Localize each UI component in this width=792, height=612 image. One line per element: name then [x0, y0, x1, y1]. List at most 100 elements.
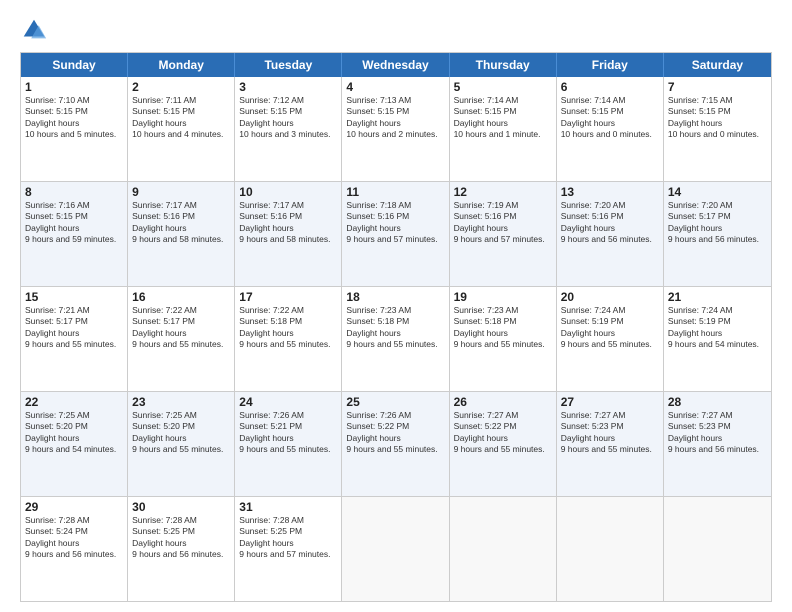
header	[20, 16, 772, 44]
cell-info: Sunrise: 7:20 AM Sunset: 5:17 PM Dayligh…	[668, 200, 767, 246]
cell-info: Sunrise: 7:20 AM Sunset: 5:16 PM Dayligh…	[561, 200, 659, 246]
day-number: 2	[132, 80, 230, 94]
cell-info: Sunrise: 7:28 AM Sunset: 5:25 PM Dayligh…	[132, 515, 230, 561]
day-number: 16	[132, 290, 230, 304]
day-number: 1	[25, 80, 123, 94]
day-number: 9	[132, 185, 230, 199]
cal-header-day: Sunday	[21, 53, 128, 77]
cal-cell	[557, 497, 664, 601]
cal-cell: 31 Sunrise: 7:28 AM Sunset: 5:25 PM Dayl…	[235, 497, 342, 601]
cal-cell: 27 Sunrise: 7:27 AM Sunset: 5:23 PM Dayl…	[557, 392, 664, 496]
cal-header-day: Friday	[557, 53, 664, 77]
cal-cell: 14 Sunrise: 7:20 AM Sunset: 5:17 PM Dayl…	[664, 182, 771, 286]
cal-cell: 18 Sunrise: 7:23 AM Sunset: 5:18 PM Dayl…	[342, 287, 449, 391]
cell-info: Sunrise: 7:23 AM Sunset: 5:18 PM Dayligh…	[454, 305, 552, 351]
cell-info: Sunrise: 7:14 AM Sunset: 5:15 PM Dayligh…	[561, 95, 659, 141]
cell-info: Sunrise: 7:17 AM Sunset: 5:16 PM Dayligh…	[132, 200, 230, 246]
day-number: 20	[561, 290, 659, 304]
day-number: 23	[132, 395, 230, 409]
day-number: 27	[561, 395, 659, 409]
cal-row: 1 Sunrise: 7:10 AM Sunset: 5:15 PM Dayli…	[21, 77, 771, 181]
cal-cell: 16 Sunrise: 7:22 AM Sunset: 5:17 PM Dayl…	[128, 287, 235, 391]
cell-info: Sunrise: 7:28 AM Sunset: 5:25 PM Dayligh…	[239, 515, 337, 561]
day-number: 22	[25, 395, 123, 409]
cal-row: 22 Sunrise: 7:25 AM Sunset: 5:20 PM Dayl…	[21, 391, 771, 496]
day-number: 8	[25, 185, 123, 199]
day-number: 31	[239, 500, 337, 514]
cal-cell: 20 Sunrise: 7:24 AM Sunset: 5:19 PM Dayl…	[557, 287, 664, 391]
cell-info: Sunrise: 7:21 AM Sunset: 5:17 PM Dayligh…	[25, 305, 123, 351]
cal-cell: 3 Sunrise: 7:12 AM Sunset: 5:15 PM Dayli…	[235, 77, 342, 181]
cal-cell: 21 Sunrise: 7:24 AM Sunset: 5:19 PM Dayl…	[664, 287, 771, 391]
day-number: 15	[25, 290, 123, 304]
cal-header-day: Monday	[128, 53, 235, 77]
calendar: SundayMondayTuesdayWednesdayThursdayFrid…	[20, 52, 772, 602]
cal-cell: 2 Sunrise: 7:11 AM Sunset: 5:15 PM Dayli…	[128, 77, 235, 181]
cell-info: Sunrise: 7:14 AM Sunset: 5:15 PM Dayligh…	[454, 95, 552, 141]
cal-cell: 24 Sunrise: 7:26 AM Sunset: 5:21 PM Dayl…	[235, 392, 342, 496]
cell-info: Sunrise: 7:10 AM Sunset: 5:15 PM Dayligh…	[25, 95, 123, 141]
cell-info: Sunrise: 7:19 AM Sunset: 5:16 PM Dayligh…	[454, 200, 552, 246]
cal-cell: 22 Sunrise: 7:25 AM Sunset: 5:20 PM Dayl…	[21, 392, 128, 496]
day-number: 30	[132, 500, 230, 514]
day-number: 11	[346, 185, 444, 199]
day-number: 12	[454, 185, 552, 199]
cal-cell: 10 Sunrise: 7:17 AM Sunset: 5:16 PM Dayl…	[235, 182, 342, 286]
cal-cell	[342, 497, 449, 601]
cal-cell	[664, 497, 771, 601]
day-number: 3	[239, 80, 337, 94]
cell-info: Sunrise: 7:25 AM Sunset: 5:20 PM Dayligh…	[25, 410, 123, 456]
day-number: 14	[668, 185, 767, 199]
day-number: 4	[346, 80, 444, 94]
cell-info: Sunrise: 7:11 AM Sunset: 5:15 PM Dayligh…	[132, 95, 230, 141]
cal-cell: 26 Sunrise: 7:27 AM Sunset: 5:22 PM Dayl…	[450, 392, 557, 496]
day-number: 25	[346, 395, 444, 409]
cell-info: Sunrise: 7:16 AM Sunset: 5:15 PM Dayligh…	[25, 200, 123, 246]
cal-row: 8 Sunrise: 7:16 AM Sunset: 5:15 PM Dayli…	[21, 181, 771, 286]
cal-cell: 12 Sunrise: 7:19 AM Sunset: 5:16 PM Dayl…	[450, 182, 557, 286]
cal-cell: 11 Sunrise: 7:18 AM Sunset: 5:16 PM Dayl…	[342, 182, 449, 286]
cell-info: Sunrise: 7:17 AM Sunset: 5:16 PM Dayligh…	[239, 200, 337, 246]
day-number: 29	[25, 500, 123, 514]
cal-header-day: Saturday	[664, 53, 771, 77]
cell-info: Sunrise: 7:27 AM Sunset: 5:23 PM Dayligh…	[668, 410, 767, 456]
day-number: 24	[239, 395, 337, 409]
cal-cell: 23 Sunrise: 7:25 AM Sunset: 5:20 PM Dayl…	[128, 392, 235, 496]
cal-cell: 7 Sunrise: 7:15 AM Sunset: 5:15 PM Dayli…	[664, 77, 771, 181]
cal-cell: 4 Sunrise: 7:13 AM Sunset: 5:15 PM Dayli…	[342, 77, 449, 181]
cal-cell: 19 Sunrise: 7:23 AM Sunset: 5:18 PM Dayl…	[450, 287, 557, 391]
day-number: 7	[668, 80, 767, 94]
cal-cell: 9 Sunrise: 7:17 AM Sunset: 5:16 PM Dayli…	[128, 182, 235, 286]
cal-cell: 1 Sunrise: 7:10 AM Sunset: 5:15 PM Dayli…	[21, 77, 128, 181]
cal-row: 29 Sunrise: 7:28 AM Sunset: 5:24 PM Dayl…	[21, 496, 771, 601]
cell-info: Sunrise: 7:24 AM Sunset: 5:19 PM Dayligh…	[561, 305, 659, 351]
calendar-body: 1 Sunrise: 7:10 AM Sunset: 5:15 PM Dayli…	[21, 77, 771, 601]
cell-info: Sunrise: 7:24 AM Sunset: 5:19 PM Dayligh…	[668, 305, 767, 351]
cal-header-day: Thursday	[450, 53, 557, 77]
day-number: 21	[668, 290, 767, 304]
calendar-header: SundayMondayTuesdayWednesdayThursdayFrid…	[21, 53, 771, 77]
page: SundayMondayTuesdayWednesdayThursdayFrid…	[0, 0, 792, 612]
logo	[20, 16, 52, 44]
cal-cell: 28 Sunrise: 7:27 AM Sunset: 5:23 PM Dayl…	[664, 392, 771, 496]
cell-info: Sunrise: 7:13 AM Sunset: 5:15 PM Dayligh…	[346, 95, 444, 141]
cal-row: 15 Sunrise: 7:21 AM Sunset: 5:17 PM Dayl…	[21, 286, 771, 391]
day-number: 13	[561, 185, 659, 199]
cell-info: Sunrise: 7:12 AM Sunset: 5:15 PM Dayligh…	[239, 95, 337, 141]
cell-info: Sunrise: 7:27 AM Sunset: 5:23 PM Dayligh…	[561, 410, 659, 456]
cal-cell: 6 Sunrise: 7:14 AM Sunset: 5:15 PM Dayli…	[557, 77, 664, 181]
day-number: 26	[454, 395, 552, 409]
cal-cell	[450, 497, 557, 601]
cell-info: Sunrise: 7:26 AM Sunset: 5:21 PM Dayligh…	[239, 410, 337, 456]
cal-header-day: Wednesday	[342, 53, 449, 77]
cal-cell: 8 Sunrise: 7:16 AM Sunset: 5:15 PM Dayli…	[21, 182, 128, 286]
cal-cell: 15 Sunrise: 7:21 AM Sunset: 5:17 PM Dayl…	[21, 287, 128, 391]
cell-info: Sunrise: 7:25 AM Sunset: 5:20 PM Dayligh…	[132, 410, 230, 456]
cal-header-day: Tuesday	[235, 53, 342, 77]
cell-info: Sunrise: 7:18 AM Sunset: 5:16 PM Dayligh…	[346, 200, 444, 246]
cal-cell: 29 Sunrise: 7:28 AM Sunset: 5:24 PM Dayl…	[21, 497, 128, 601]
day-number: 17	[239, 290, 337, 304]
logo-icon	[20, 16, 48, 44]
day-number: 6	[561, 80, 659, 94]
cal-cell: 17 Sunrise: 7:22 AM Sunset: 5:18 PM Dayl…	[235, 287, 342, 391]
